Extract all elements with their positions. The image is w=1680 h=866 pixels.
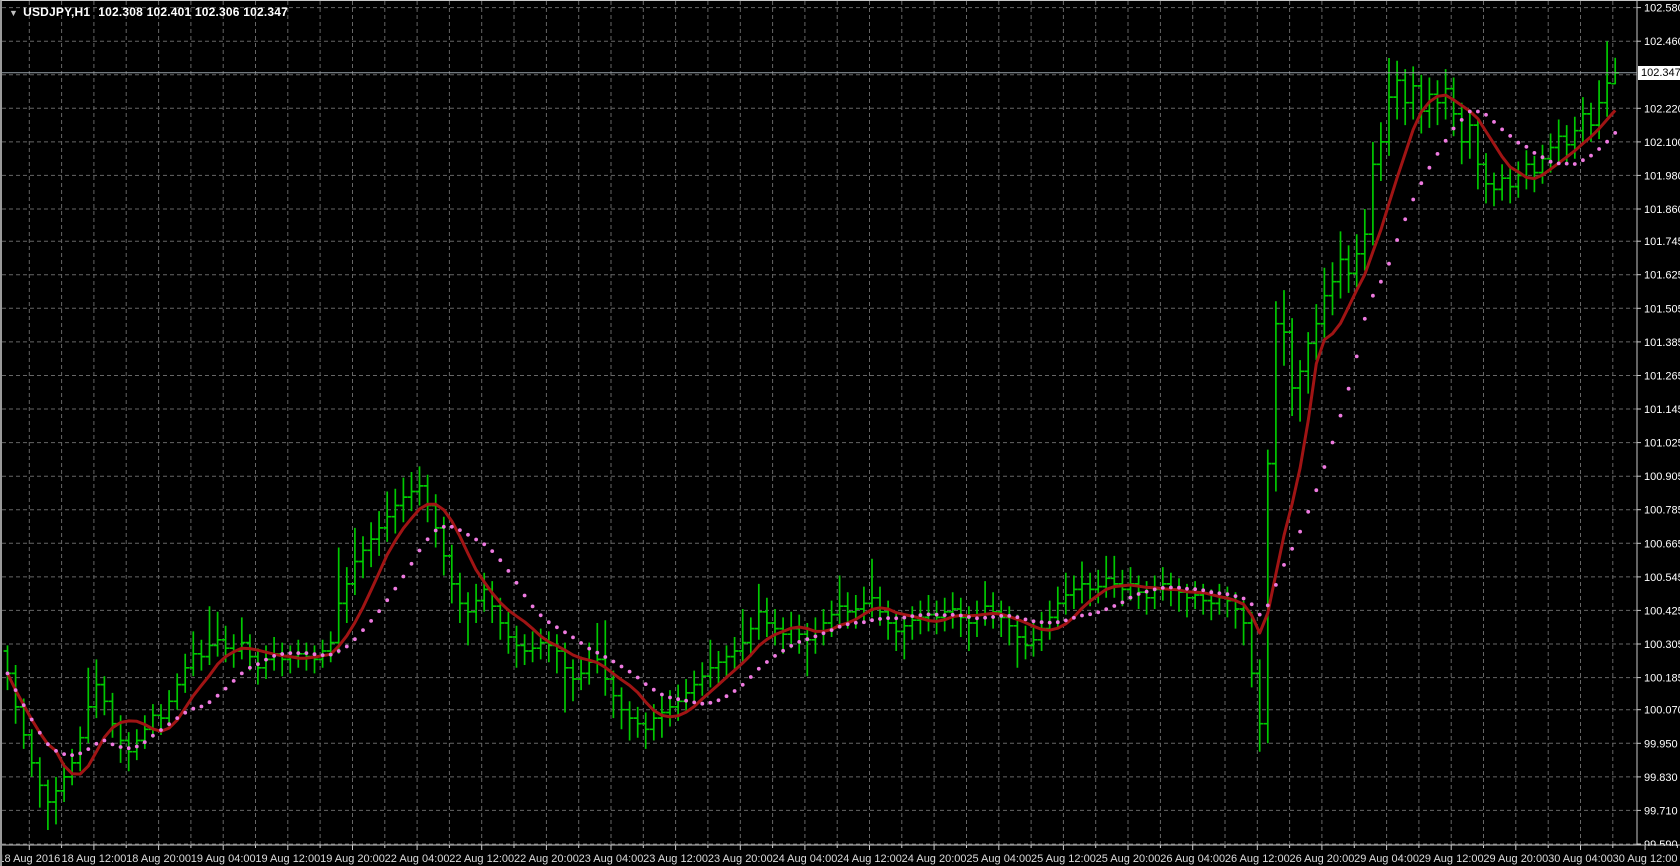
chart-window: 102.580 102.460 102.220 102.100 101.980 101.8… bbox=[0, 0, 1680, 866]
chart-plot-area[interactable]: 102.580 102.460 102.220 102.100 101.980 101.8… bbox=[2, 1, 1680, 866]
y-axis-label: 101.980 bbox=[1644, 170, 1680, 182]
x-axis-label: 19 Aug 12:00 bbox=[255, 853, 320, 865]
y-axis-label: 102.220 bbox=[1644, 103, 1680, 115]
y-axis-label: 101.505 bbox=[1644, 303, 1680, 315]
x-axis-label: 24 Aug 12:00 bbox=[837, 853, 902, 865]
x-axis-label: 26 Aug 12:00 bbox=[1225, 853, 1290, 865]
y-axis-label: 100.425 bbox=[1644, 605, 1680, 617]
y-axis-label: 99.710 bbox=[1644, 805, 1678, 817]
y-axis-label: 102.100 bbox=[1644, 137, 1680, 149]
x-axis-label: 18 Aug 12:00 bbox=[61, 853, 126, 865]
x-axis-label: 19 Aug 20:00 bbox=[320, 853, 385, 865]
y-axis-label: 100.665 bbox=[1644, 538, 1680, 550]
x-axis-label: 22 Aug 20:00 bbox=[514, 853, 579, 865]
x-axis-label: 23 Aug 04:00 bbox=[579, 853, 644, 865]
x-axis-label: 30 Aug 04:00 bbox=[1548, 853, 1613, 865]
x-axis-label: 23 Aug 20:00 bbox=[708, 853, 773, 865]
y-axis-label: 102.580 bbox=[1644, 3, 1680, 15]
chart-background bbox=[2, 1, 1680, 866]
y-axis-label: 101.385 bbox=[1644, 337, 1680, 349]
symbol-period-label: USDJPY,H1 bbox=[23, 5, 91, 19]
x-axis-label: 26 Aug 04:00 bbox=[1160, 853, 1225, 865]
y-axis-label: 99.830 bbox=[1644, 772, 1678, 784]
y-axis-label: 101.625 bbox=[1644, 270, 1680, 282]
y-axis-label: 101.265 bbox=[1644, 371, 1680, 383]
x-axis-label: 22 Aug 04:00 bbox=[385, 853, 450, 865]
y-axis-label: 102.460 bbox=[1644, 36, 1680, 48]
y-axis-label: 100.305 bbox=[1644, 639, 1680, 651]
x-axis-label: 22 Aug 12:00 bbox=[449, 853, 514, 865]
x-axis-label: 19 Aug 04:00 bbox=[191, 853, 256, 865]
y-axis-label: 100.185 bbox=[1644, 673, 1680, 685]
x-axis-label: 23 Aug 12:00 bbox=[643, 853, 708, 865]
x-axis-label: 18 Aug 20:00 bbox=[126, 853, 191, 865]
x-axis-label: 29 Aug 20:00 bbox=[1483, 853, 1548, 865]
current-price-box: 102.347 bbox=[1638, 66, 1680, 80]
y-axis-label: 99.950 bbox=[1644, 738, 1678, 750]
y-axis-label: 100.070 bbox=[1644, 705, 1680, 717]
y-axis-label: 100.905 bbox=[1644, 471, 1680, 483]
x-axis-label: 18 Aug 2016 bbox=[2, 853, 60, 865]
y-axis-label: 101.025 bbox=[1644, 438, 1680, 450]
x-axis-label: 25 Aug 04:00 bbox=[966, 853, 1031, 865]
x-axis-label: 25 Aug 20:00 bbox=[1096, 853, 1161, 865]
chart-title: ▼ USDJPY,H1 102.308 102.401 102.306 102.34… bbox=[9, 5, 288, 19]
ohlc-quote-label: 102.308 102.401 102.306 102.347 bbox=[98, 5, 288, 19]
y-axis-label: 101.745 bbox=[1644, 236, 1680, 248]
x-axis-label: 26 Aug 20:00 bbox=[1289, 853, 1354, 865]
y-axis-label: 100.785 bbox=[1644, 505, 1680, 517]
x-axis-label: 29 Aug 12:00 bbox=[1419, 853, 1484, 865]
y-axis-label: 101.860 bbox=[1644, 204, 1680, 216]
x-axis-label: 24 Aug 04:00 bbox=[772, 853, 837, 865]
x-axis-label: 30 Aug 12:00 bbox=[1613, 853, 1678, 865]
y-axis-label: 101.145 bbox=[1644, 404, 1680, 416]
symbol-dropdown-icon[interactable]: ▼ bbox=[9, 8, 18, 18]
price-scale-area[interactable] bbox=[1638, 1, 1680, 845]
x-axis-label: 24 Aug 20:00 bbox=[902, 853, 967, 865]
x-axis-label: 25 Aug 12:00 bbox=[1031, 853, 1096, 865]
x-axis-label: 29 Aug 04:00 bbox=[1354, 853, 1419, 865]
y-axis-label: 100.545 bbox=[1644, 572, 1680, 584]
